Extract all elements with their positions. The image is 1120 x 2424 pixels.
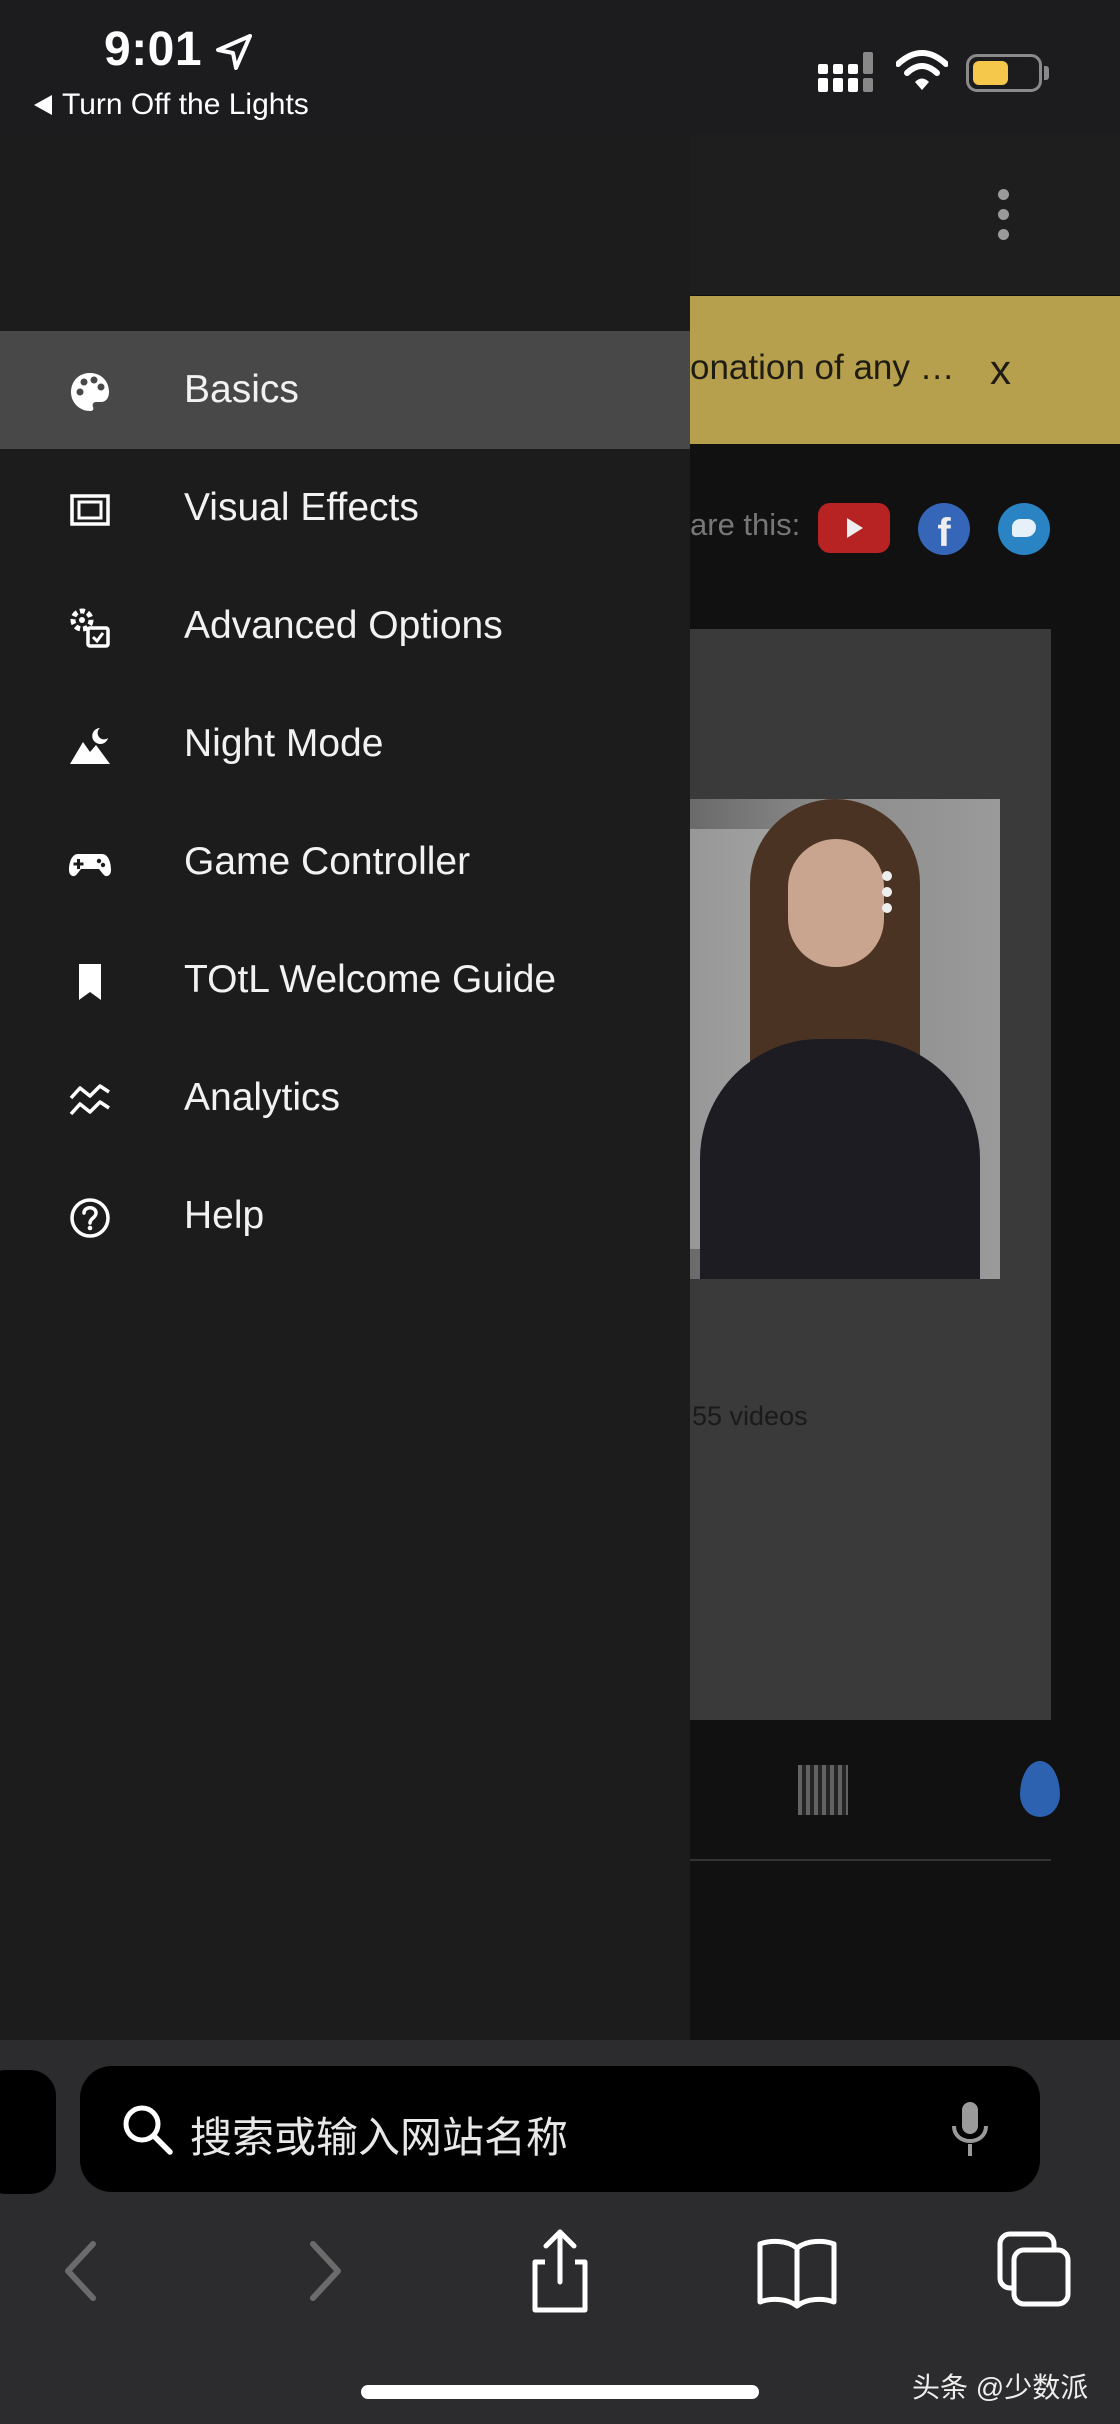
menu-item-game-controller[interactable]: Game Controller [0, 803, 690, 921]
banner-close-button[interactable]: x [990, 346, 1011, 394]
menu-item-help[interactable]: Help [0, 1157, 690, 1275]
divider [690, 1859, 1051, 1861]
menu-item-visual-effects[interactable]: Visual Effects [0, 449, 690, 567]
bookmark-icon [79, 964, 101, 1000]
page-header [690, 135, 1120, 295]
background-web-page: onation of any … x are this: f 55 videos [690, 135, 1120, 2040]
side-drawer-menu: Basics Visual Effects Advanced Options N… [0, 135, 690, 2040]
menu-label-visual-effects: Visual Effects [184, 486, 419, 529]
back-icon[interactable] [38, 2226, 128, 2316]
cellular-signal-icon [818, 52, 873, 92]
previous-tab-preview[interactable] [0, 2070, 56, 2194]
battery-icon [966, 54, 1042, 92]
safari-bottom-bar: 搜索或输入网站名称 头条 @少数派 [0, 2040, 1120, 2424]
video-menu-icon[interactable] [882, 871, 894, 919]
safari-toolbar [0, 2226, 1120, 2326]
wifi-icon [896, 50, 948, 90]
share-icon[interactable] [515, 2226, 605, 2316]
battery-level [973, 61, 1008, 85]
mountain-moon-icon [70, 728, 110, 764]
more-options-icon[interactable] [998, 189, 1012, 245]
search-icon [123, 2105, 173, 2155]
grid-pattern-icon[interactable] [798, 1765, 848, 1815]
location-arrow-icon [216, 34, 252, 70]
share-label: are this: [690, 507, 801, 542]
tabs-icon[interactable] [988, 2226, 1078, 2316]
menu-item-welcome-guide[interactable]: TOtL Welcome Guide [0, 921, 690, 1039]
menu-label-analytics: Analytics [184, 1076, 341, 1119]
analytics-chart-icon [69, 1084, 110, 1116]
frame-icon [70, 494, 110, 526]
help-circle-icon [70, 1198, 110, 1238]
twitter-icon[interactable] [998, 503, 1050, 555]
facebook-icon[interactable]: f [918, 503, 970, 555]
water-drop-icon[interactable] [1020, 1761, 1060, 1817]
back-to-app-link[interactable]: Turn Off the Lights [34, 88, 309, 122]
youtube-icon[interactable] [818, 503, 890, 553]
menu-label-welcome-guide: TOtL Welcome Guide [184, 958, 557, 1001]
address-search-field[interactable]: 搜索或输入网站名称 [80, 2066, 1040, 2192]
gear-settings-icon [70, 608, 110, 648]
menu-list: Basics Visual Effects Advanced Options N… [0, 331, 690, 1275]
video-count: 55 videos [692, 1401, 808, 1431]
home-indicator [361, 2385, 759, 2399]
back-triangle-icon [34, 95, 52, 115]
menu-item-basics[interactable]: Basics [0, 331, 690, 449]
palette-icon [71, 373, 109, 411]
menu-label-help: Help [184, 1194, 265, 1237]
bookmarks-icon[interactable] [752, 2226, 842, 2316]
status-bar: 9:01 Turn Off the Lights [0, 0, 1120, 135]
menu-label-game-controller: Game Controller [184, 840, 471, 883]
address-placeholder: 搜索或输入网站名称 [190, 2114, 569, 2161]
microphone-icon[interactable] [950, 2100, 990, 2158]
back-app-label: Turn Off the Lights [62, 88, 309, 121]
battery-cap [1044, 66, 1049, 80]
menu-item-advanced-options[interactable]: Advanced Options [0, 567, 690, 685]
banner-text: onation of any … [690, 348, 955, 387]
video-card: 55 videos [690, 629, 1051, 1720]
video-thumbnail[interactable] [690, 799, 1000, 1279]
gamepad-icon [69, 854, 111, 877]
menu-label-advanced-options: Advanced Options [184, 604, 503, 647]
menu-item-night-mode[interactable]: Night Mode [0, 685, 690, 803]
menu-label-night-mode: Night Mode [184, 722, 384, 765]
donation-banner: onation of any … x [690, 296, 1120, 444]
clock-time: 9:01 [104, 23, 203, 76]
watermark-text: 头条 @少数派 [912, 2372, 1089, 2403]
menu-label-basics: Basics [184, 368, 299, 411]
forward-icon[interactable] [278, 2226, 368, 2316]
menu-item-analytics[interactable]: Analytics [0, 1039, 690, 1157]
